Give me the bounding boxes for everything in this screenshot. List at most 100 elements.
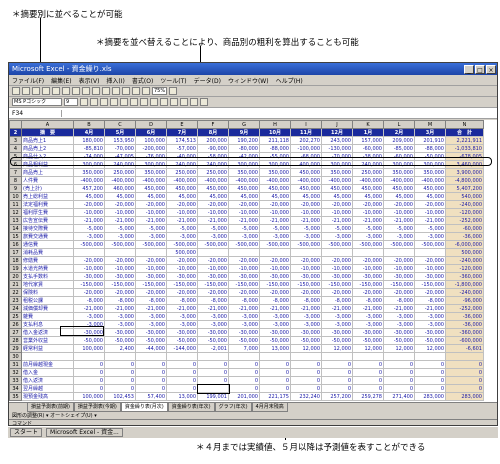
- value-cell[interactable]: 0: [197, 368, 229, 377]
- value-cell[interactable]: -10,000: [352, 264, 384, 273]
- value-cell[interactable]: [290, 352, 322, 361]
- value-cell[interactable]: -8,000: [228, 296, 260, 305]
- value-cell[interactable]: 0: [259, 384, 291, 393]
- value-cell[interactable]: 500,000: [445, 248, 484, 257]
- value-cell[interactable]: 0: [73, 376, 105, 385]
- value-cell[interactable]: -10,000: [197, 208, 229, 217]
- value-cell[interactable]: -400,000: [259, 176, 291, 185]
- value-cell[interactable]: -20,000: [352, 256, 384, 265]
- value-cell[interactable]: 153,950: [104, 136, 136, 145]
- value-cell[interactable]: -3,000: [228, 320, 260, 329]
- row-header[interactable]: 10: [9, 192, 22, 201]
- value-cell[interactable]: -10,000: [321, 208, 353, 217]
- value-cell[interactable]: -20,000: [352, 288, 384, 297]
- value-cell[interactable]: -3,000: [259, 232, 291, 241]
- row-header[interactable]: 35: [9, 392, 22, 401]
- value-cell[interactable]: -30,000: [352, 328, 384, 337]
- value-cell[interactable]: 283,000: [414, 392, 446, 401]
- value-cell[interactable]: -20,000: [135, 200, 167, 209]
- column-header[interactable]: G: [228, 120, 260, 129]
- value-cell[interactable]: -150,000: [104, 280, 136, 289]
- value-cell[interactable]: 0: [228, 360, 260, 369]
- value-cell[interactable]: -3,000: [166, 320, 198, 329]
- value-cell[interactable]: -3,000: [197, 312, 229, 321]
- menu-item[interactable]: データ(D): [194, 76, 221, 85]
- value-cell[interactable]: -90,000: [197, 144, 229, 153]
- value-cell[interactable]: -150,000: [290, 280, 322, 289]
- column-header[interactable]: [9, 120, 22, 129]
- value-cell[interactable]: [352, 352, 384, 361]
- value-cell[interactable]: [104, 352, 136, 361]
- value-cell[interactable]: 12,000: [290, 344, 322, 353]
- value-cell[interactable]: -85,000: [383, 144, 415, 153]
- value-cell[interactable]: -20,000: [197, 256, 229, 265]
- value-cell[interactable]: 45,000: [73, 192, 105, 201]
- value-cell[interactable]: -3,000: [104, 312, 136, 321]
- value-cell[interactable]: 0: [135, 384, 167, 393]
- month-header-cell[interactable]: 6月: [135, 128, 167, 137]
- value-cell[interactable]: 45,000: [104, 192, 136, 201]
- row-label-cell[interactable]: 売上総利益: [21, 192, 74, 201]
- value-cell[interactable]: -5,000: [73, 224, 105, 233]
- value-cell[interactable]: -3,000: [197, 320, 229, 329]
- row-header[interactable]: 25: [9, 312, 22, 321]
- bold-icon[interactable]: [80, 98, 88, 106]
- value-cell[interactable]: -88,000: [259, 144, 291, 153]
- value-cell[interactable]: -30,000: [197, 272, 229, 281]
- value-cell[interactable]: -21,000: [352, 216, 384, 225]
- row-header[interactable]: 12: [9, 208, 22, 217]
- value-cell[interactable]: -3,000: [321, 320, 353, 329]
- value-cell[interactable]: -20,000: [383, 200, 415, 209]
- value-cell[interactable]: 0: [445, 376, 484, 385]
- value-cell[interactable]: -30,000: [197, 328, 229, 337]
- value-cell[interactable]: 2,400: [104, 344, 136, 353]
- value-cell[interactable]: 0: [383, 368, 415, 377]
- value-cell[interactable]: 180,000: [73, 136, 105, 145]
- row-label-cell[interactable]: 保険料: [21, 288, 74, 297]
- value-cell[interactable]: -20,000: [259, 200, 291, 209]
- value-cell[interactable]: 0: [290, 376, 322, 385]
- row-header[interactable]: 33: [9, 376, 22, 385]
- value-cell[interactable]: -20,000: [259, 288, 291, 297]
- value-cell[interactable]: -20,000: [414, 256, 446, 265]
- row-header[interactable]: 9: [9, 184, 22, 193]
- value-cell[interactable]: [259, 352, 291, 361]
- value-cell[interactable]: -30,000: [321, 272, 353, 281]
- percent-icon[interactable]: [160, 98, 168, 106]
- value-cell[interactable]: 199,001: [197, 392, 229, 401]
- value-cell[interactable]: 0: [352, 376, 384, 385]
- value-cell[interactable]: -500,000: [259, 240, 291, 249]
- row-header[interactable]: 28: [9, 336, 22, 345]
- row-label-cell[interactable]: 商品売上: [21, 168, 74, 177]
- value-cell[interactable]: 450,000: [352, 184, 384, 193]
- redo-icon[interactable]: [102, 87, 110, 95]
- value-cell[interactable]: -500,000: [166, 240, 198, 249]
- value-cell[interactable]: [135, 352, 167, 361]
- value-cell[interactable]: 0: [290, 368, 322, 377]
- value-cell[interactable]: -3,000: [352, 232, 384, 241]
- value-cell[interactable]: -70,000: [104, 144, 136, 153]
- value-cell[interactable]: -21,000: [166, 304, 198, 313]
- value-cell[interactable]: -252,000: [445, 216, 484, 225]
- value-cell[interactable]: 45,000: [383, 192, 415, 201]
- value-cell[interactable]: -150,000: [228, 280, 260, 289]
- value-cell[interactable]: -8,000: [135, 296, 167, 305]
- value-cell[interactable]: -20,000: [290, 200, 322, 209]
- value-cell[interactable]: 0: [135, 376, 167, 385]
- value-cell[interactable]: 102,453: [104, 392, 136, 401]
- value-cell[interactable]: -30,000: [104, 272, 136, 281]
- copy-icon[interactable]: [72, 87, 80, 95]
- value-cell[interactable]: -240,000: [445, 256, 484, 265]
- value-cell[interactable]: -500,000: [383, 240, 415, 249]
- value-cell[interactable]: -4,800,000: [445, 176, 484, 185]
- value-cell[interactable]: -150,000: [321, 280, 353, 289]
- value-cell[interactable]: 0: [259, 376, 291, 385]
- column-header[interactable]: E: [166, 120, 198, 129]
- value-cell[interactable]: -30,000: [383, 328, 415, 337]
- value-cell[interactable]: -1,033,810: [445, 144, 484, 153]
- menu-item[interactable]: 書式(O): [132, 76, 153, 85]
- print-icon[interactable]: [42, 87, 50, 95]
- value-cell[interactable]: -400,000: [290, 176, 322, 185]
- value-cell[interactable]: 221,175: [259, 392, 291, 401]
- value-cell[interactable]: 12,000: [383, 344, 415, 353]
